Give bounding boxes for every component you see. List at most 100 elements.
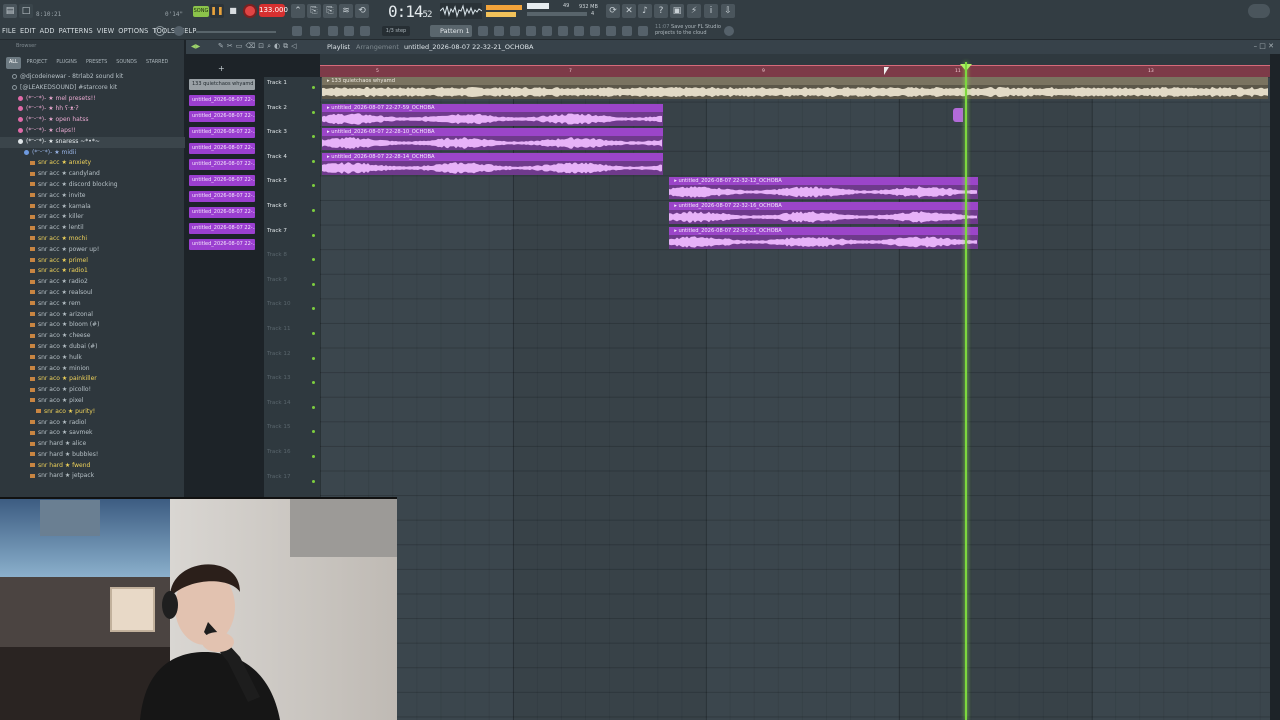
track-header[interactable]: Track 14 [264,397,320,422]
brush-icon[interactable] [360,26,370,36]
timeline-ruler[interactable]: 579111315 [320,65,1270,77]
pat-song-toggle[interactable]: SONG [193,6,209,17]
playlist-arrangement[interactable]: Arrangement [356,43,399,51]
browser-item[interactable]: snr acc ★ radio2 [0,277,185,288]
browser-item[interactable]: [@LEAKEDSOUND] #starcore kit [0,83,185,94]
window-icon[interactable]: □ [19,4,33,18]
track-mute-led[interactable] [312,479,315,483]
tab-plugins[interactable]: PLUGINS [53,57,80,69]
piano-roll-icon[interactable] [558,26,568,36]
timeline-overview[interactable] [320,54,1270,65]
browser-item[interactable]: snr aco ★ pixel [0,396,185,407]
tab-starred[interactable]: STARRED [143,57,171,69]
track-mute-led[interactable] [312,455,315,458]
track-mute-led[interactable] [312,184,315,188]
track-header[interactable]: Track 17 [264,471,320,496]
browser-item[interactable]: snr aco ★ picollo! [0,385,185,396]
track-header[interactable]: Track 13 [264,372,320,397]
picker-clip-item[interactable]: untitled_2026-08-07 22-... [189,239,255,250]
save-icon[interactable]: ▣ [670,4,684,18]
track-header[interactable]: Track 15 [264,421,320,446]
cloud-icon[interactable] [638,26,648,36]
browser-item[interactable]: snr aco ★ savmek [0,428,185,439]
browser-item[interactable]: snr aco ★ painkiller [0,374,185,385]
picker-clip-item[interactable]: untitled_2026-08-07 22-... [189,223,255,234]
browser-item[interactable]: snr aco ★ cheese [0,331,185,342]
tab-presets[interactable]: PRESETS [83,57,110,69]
track-header[interactable]: Track 8 [264,249,320,274]
browser-item[interactable]: snr aco ★ arizonal [0,310,185,321]
browser-item[interactable]: (*ᵔᵕᵔ*)- ★ hh ʕ·ᴥ·ʔ [0,104,185,115]
picker-clip-item[interactable]: untitled_2026-08-07 22-... [189,175,255,186]
picker-clip-item[interactable]: untitled_2026-08-07 22-... [189,191,255,202]
refresh-icon[interactable]: ⟳ [606,4,620,18]
touch-keyboard-icon[interactable] [606,26,616,36]
playlist-icon[interactable] [510,26,520,36]
browser-item[interactable]: (*ᵔᵕᵔ*)- ★ snaress ~*•*~ [0,136,185,148]
plugin-picker-icon[interactable] [590,26,600,36]
track-header[interactable]: Track 2 [264,102,320,127]
track-mute-led[interactable] [312,405,315,409]
download-icon[interactable]: ⇩ [721,4,735,18]
tempo-display[interactable]: 133.000 [259,4,288,17]
browser-item[interactable]: snr aco ★ purity! [0,407,185,418]
picker-clip-item[interactable]: untitled_2026-08-07 22-... [189,143,255,154]
browser-item[interactable]: @djcodeinewar - 8trlab2 sound kit [0,72,185,83]
snap-selector[interactable]: 1/3 step [382,26,410,36]
browser-item[interactable]: snr acc ★ realsoul [0,288,185,299]
step-edit-icon[interactable]: ≋ [339,4,353,18]
track-header[interactable]: Track 4 [264,151,320,176]
browser-icon[interactable] [574,26,584,36]
help-icon[interactable]: ? [654,4,668,18]
master-pitch-knob-icon[interactable] [174,26,184,36]
audio-clip[interactable]: ▸ untitled_2026-08-07 22-28-14_OCHOBA [322,152,663,175]
play-button[interactable]: ❚❚ [210,4,224,18]
picker-clip-item[interactable]: untitled_2026-08-07 22-... [189,127,255,138]
browser-item[interactable]: (*ᵔᵕᵔ*)- ★ claps!! [0,126,185,137]
menu-options[interactable]: OPTIONS [116,24,150,38]
browser-item[interactable]: snr acc ★ lentil [0,223,185,234]
browser-item[interactable]: snr hard ★ jetpack [0,471,185,482]
audio-clip[interactable]: ▸ untitled_2026-08-07 22-32-16_OCHOBA [669,202,978,224]
cut-icon[interactable] [494,26,504,36]
pen-icon[interactable] [328,26,338,36]
account-icon[interactable] [1248,4,1270,18]
browser-item[interactable]: snr acc ★ anxiety [0,158,185,169]
tab-all[interactable]: ALL [6,57,21,69]
browser-item[interactable]: snr aco ★ minion [0,364,185,375]
add-pattern-icon[interactable] [478,26,488,36]
add-clip-icon[interactable]: + [218,64,225,73]
master-volume-slider[interactable] [196,31,276,33]
mixer-view-icon[interactable] [542,26,552,36]
master-volume-meter[interactable] [486,4,522,18]
track-header[interactable]: Track 6 [264,200,320,225]
track-header[interactable]: Track 12 [264,348,320,373]
tab-project[interactable]: PROJECT [24,57,51,69]
nudge-icon[interactable] [310,26,320,36]
browser-item[interactable]: (*ᵔᵕᵔ*)- ★ mel presets!! [0,94,185,105]
mic-icon[interactable]: ♪ [638,4,652,18]
browser-item[interactable]: snr acc ★ primel [0,256,185,267]
piano-icon[interactable] [292,26,302,36]
browser-item[interactable]: snr aco ★ hulk [0,353,185,364]
browser-item[interactable]: snr acc ★ radio1 [0,266,185,277]
track-header[interactable]: Track 7 [264,225,320,250]
audio-clip[interactable]: ▸ 133 quietchaos whyamd [322,77,1268,99]
browser-item[interactable]: snr acc ★ candyland [0,169,185,180]
mixer-icon[interactable]: ✕ [622,4,636,18]
cpu-knob-icon[interactable] [155,26,165,36]
picker-clip-item[interactable]: untitled_2026-08-07 22-... [189,207,255,218]
browser-item[interactable]: snr acc ★ killer [0,212,185,223]
settings-icon[interactable] [724,26,734,36]
track-mute-led[interactable] [312,159,315,163]
track-header[interactable]: Track 10 [264,298,320,323]
plugin-icon[interactable]: ⚡ [687,4,701,18]
close-icon[interactable]: – □ ✕ [1254,42,1274,50]
browser-item[interactable]: snr aco ★ radiol [0,418,185,429]
track-mute-led[interactable] [312,430,315,434]
browser-item[interactable]: (*ᵔᵕᵔ*)- ★ open hatss [0,115,185,126]
browser-item[interactable]: snr acc ★ rem [0,299,185,310]
track-mute-led[interactable] [312,135,315,139]
menu-edit[interactable]: EDIT [18,24,38,38]
info-icon[interactable]: i [704,4,718,18]
